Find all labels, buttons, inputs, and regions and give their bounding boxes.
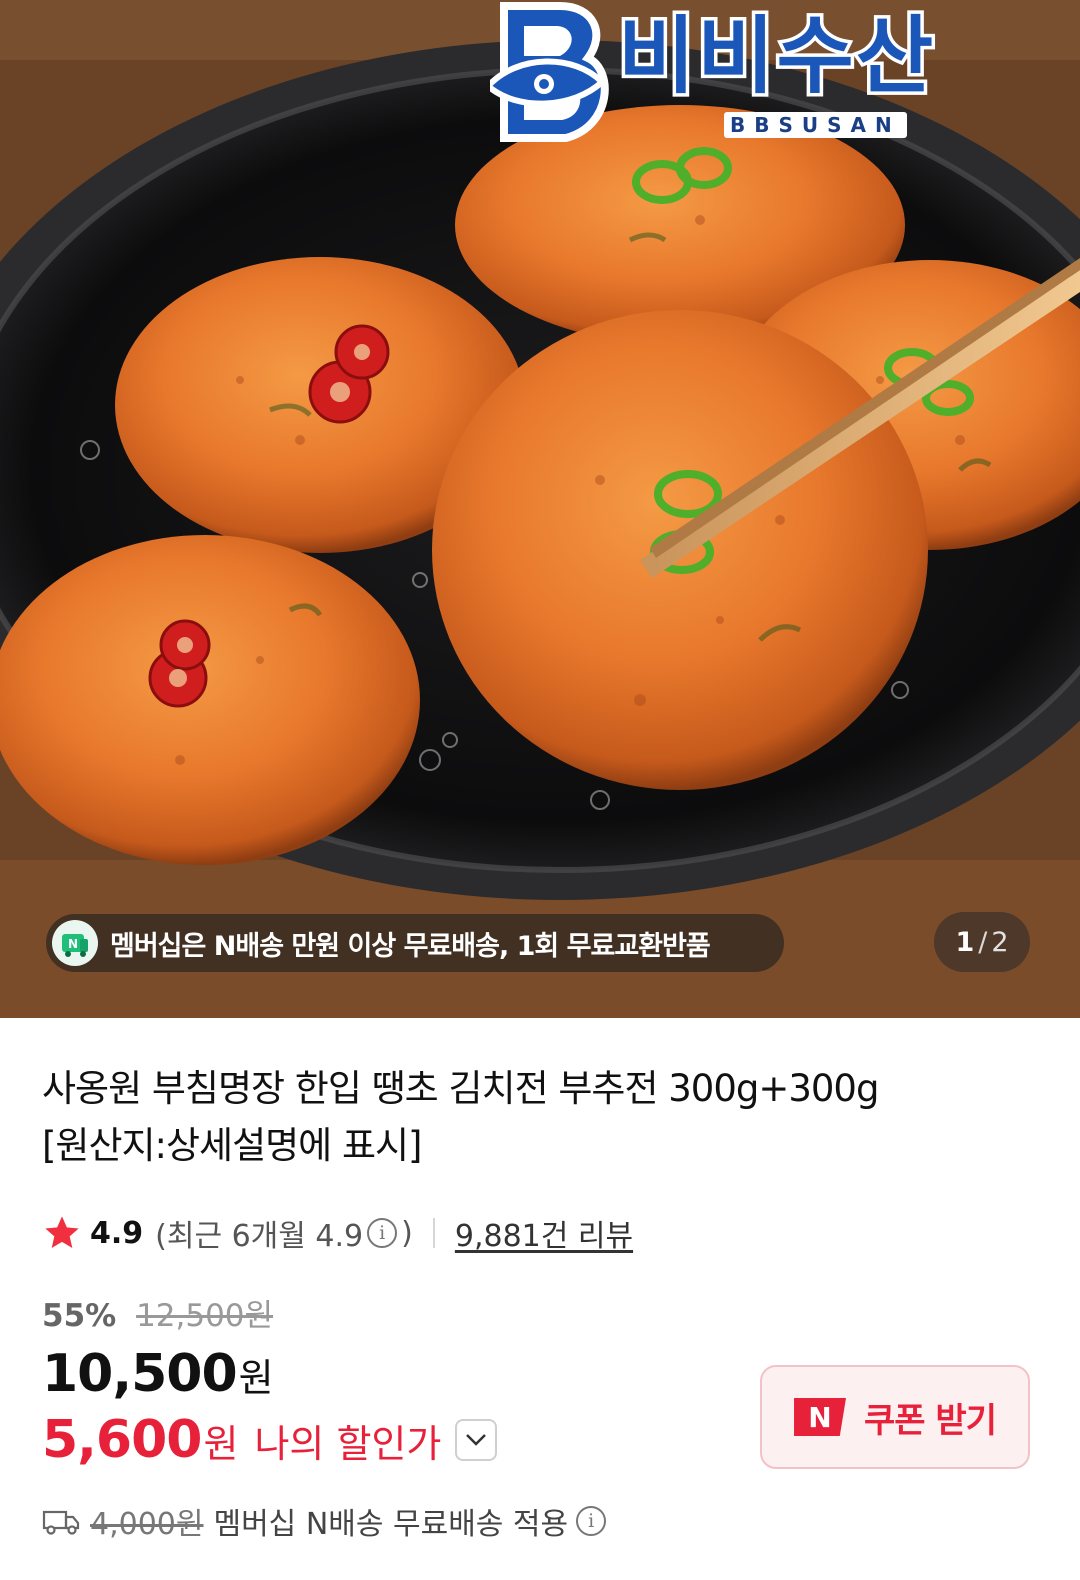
coupon-button[interactable]: N 쿠폰 받기 [760, 1365, 1030, 1469]
my-discount-price[interactable]: 5,600 원 나의 할인가 [42, 1410, 498, 1470]
product-photo [0, 0, 1080, 1018]
discount-row: 55% 12,500원 [42, 1290, 273, 1335]
brand-name: 비비수산 [614, 5, 936, 108]
discount-rate: 55% [42, 1298, 117, 1334]
divider [432, 1218, 435, 1248]
product-image-carousel[interactable]: 비비수산 BBSUSAN N 멤버십은 N배송 만원 이상 무료배송, 1회 무… [0, 0, 1080, 1018]
star-icon [45, 1216, 79, 1248]
rating-row: 4.9 (최근 6개월 4.9 i ) 9,881건 리뷰 [42, 1210, 633, 1256]
shipping-text: 멤버십 N배송 무료배송 적용 [213, 1507, 569, 1542]
pager-separator: / [978, 926, 988, 958]
rating-recent: (최근 6개월 4.9 [155, 1219, 364, 1254]
my-price-value: 5,600 [42, 1410, 202, 1470]
coupon-label: 쿠폰 받기 [864, 1400, 997, 1441]
image-pager: 1 / 2 [934, 912, 1030, 972]
truck-icon [42, 1510, 80, 1535]
product-title-line2: [원산지:상세설명에 표시] [42, 1124, 423, 1167]
rating-score: 4.9 [90, 1215, 144, 1251]
original-price: 12,500원 [136, 1298, 274, 1334]
brand-subtitle: BBSUSAN [724, 112, 907, 138]
shipping-row: 4,000원 멤버십 N배송 무료배송 적용 i [42, 1500, 610, 1542]
product-title-line1: 사옹원 부침명장 한입 땡초 김치전 부추전 300g+300g [42, 1067, 879, 1110]
sale-price-unit: 원 [238, 1356, 274, 1400]
info-icon[interactable]: i [367, 1218, 398, 1248]
naver-n-icon: N [794, 1398, 847, 1436]
my-price-unit: 원 [203, 1421, 239, 1466]
brand-fish-icon [490, 2, 609, 142]
chevron-down-icon[interactable] [455, 1419, 498, 1461]
membership-banner[interactable]: N 멤버십은 N배송 만원 이상 무료배송, 1회 무료교환반품 [46, 914, 784, 972]
rating-recent-close: ) [401, 1215, 413, 1251]
pager-total: 2 [991, 926, 1009, 958]
pager-current: 1 [955, 926, 975, 958]
review-count-link[interactable]: 9,881건 리뷰 [455, 1211, 633, 1255]
sale-price-value: 10,500 [42, 1344, 238, 1404]
my-price-label: 나의 할인가 [254, 1421, 442, 1466]
svg-text:N: N [68, 937, 78, 951]
naver-membership-icon: N [52, 920, 98, 966]
membership-banner-text: 멤버십은 N배송 만원 이상 무료배송, 1회 무료교환반품 [110, 930, 711, 962]
shipping-old-fee: 4,000원 [90, 1507, 204, 1542]
sale-price: 10,500원 [42, 1344, 274, 1404]
brand-logo: 비비수산 BBSUSAN [490, 0, 1020, 150]
product-title: 사옹원 부침명장 한입 땡초 김치전 부추전 300g+300g [원산지:상세… [42, 1060, 1042, 1174]
info-icon[interactable]: i [576, 1506, 607, 1536]
